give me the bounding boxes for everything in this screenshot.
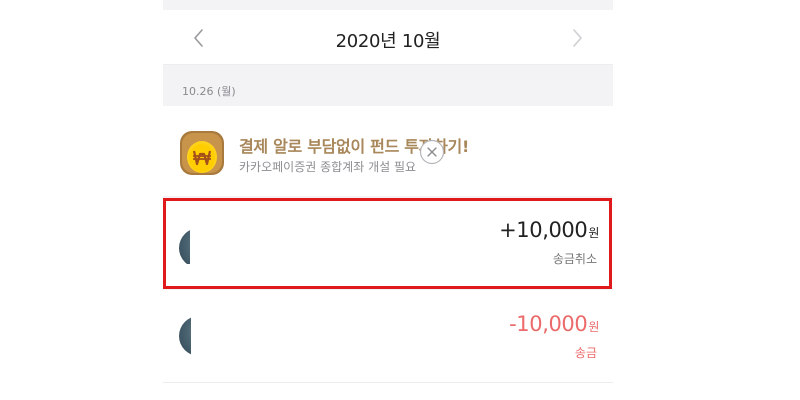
promo-banner[interactable]: 결제 알로 부담없이 펀드 투자하기! 카카오페이증권 종합계좌 개설 필요 <box>163 106 613 196</box>
promo-subtitle: 카카오페이증권 종합계좌 개설 필요 <box>239 160 417 174</box>
transaction-amount: +10,000원 <box>499 218 599 242</box>
transaction-amount: -10,000원 <box>509 312 599 336</box>
chevron-right-icon[interactable] <box>565 26 589 50</box>
currency-unit: 원 <box>588 226 599 240</box>
date-group-label: 10.26 (월) <box>182 85 236 98</box>
avatar <box>179 316 191 356</box>
transaction-history-panel: 2020년 10월 10.26 (월) 결제 알로 부담없이 펀드 투자하기! … <box>163 0 613 400</box>
won-coin-icon <box>179 130 225 176</box>
screen: 2020년 10월 10.26 (월) 결제 알로 부담없이 펀드 투자하기! … <box>0 0 800 400</box>
transaction-row[interactable]: -10,000원 송금 <box>163 290 613 382</box>
month-title: 2020년 10월 <box>335 31 441 52</box>
close-icon[interactable] <box>419 139 445 165</box>
next-row-edge <box>163 382 613 400</box>
top-spacer <box>163 0 613 10</box>
transaction-row[interactable]: +10,000원 송금취소 <box>163 198 613 288</box>
transaction-status: 송금취소 <box>552 252 597 266</box>
month-header: 2020년 10월 <box>163 10 613 65</box>
avatar <box>179 228 190 264</box>
currency-unit: 원 <box>588 320 599 334</box>
transaction-status: 송금 <box>574 346 597 360</box>
